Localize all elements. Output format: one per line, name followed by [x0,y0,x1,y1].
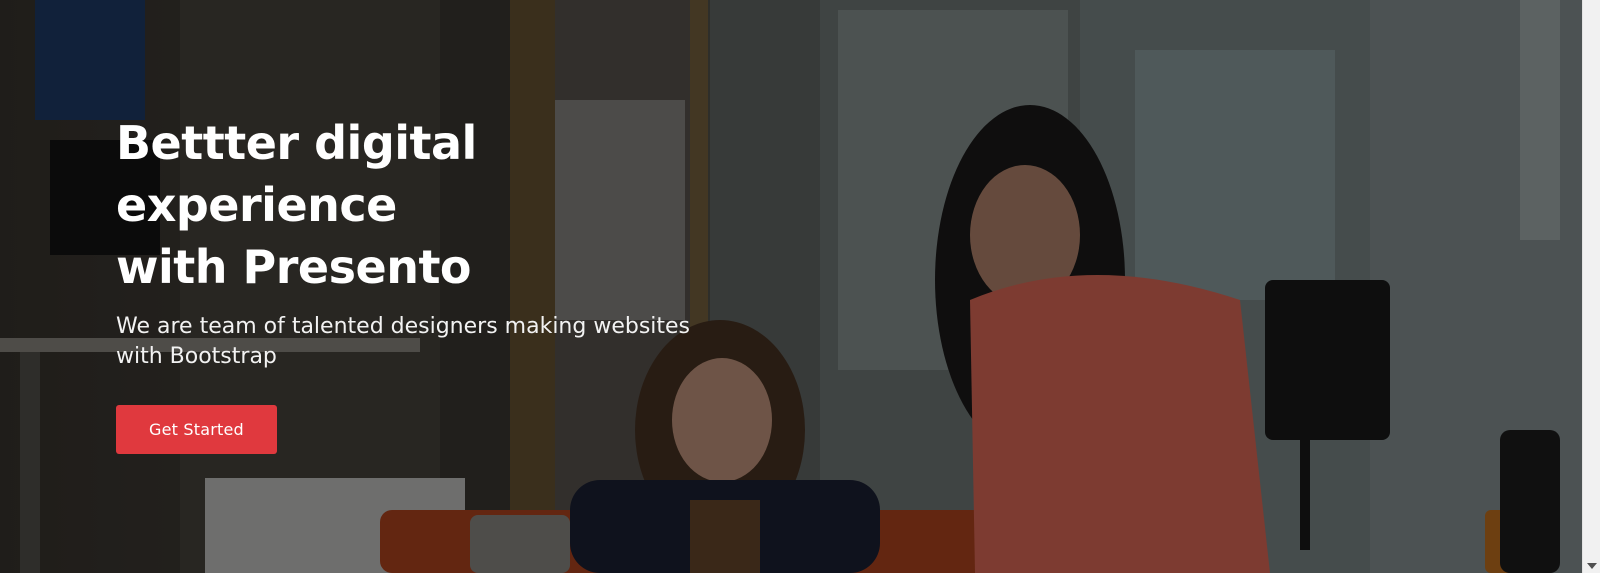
page: Bettter digital experience with Presento… [0,0,1600,573]
hero-title-line-1: Bettter digital experience [116,116,477,232]
hero-title: Bettter digital experience with Presento [116,112,756,298]
hero-subtitle: We are team of talented designers making… [116,314,691,369]
hero-section: Bettter digital experience with Presento… [0,0,1583,573]
get-started-button[interactable]: Get Started [116,405,277,454]
hero-title-line-2: with Presento [116,240,472,294]
chevron-down-icon[interactable] [1587,563,1597,569]
hero-content: Bettter digital experience with Presento… [116,112,756,454]
vertical-scrollbar[interactable] [1582,0,1600,573]
